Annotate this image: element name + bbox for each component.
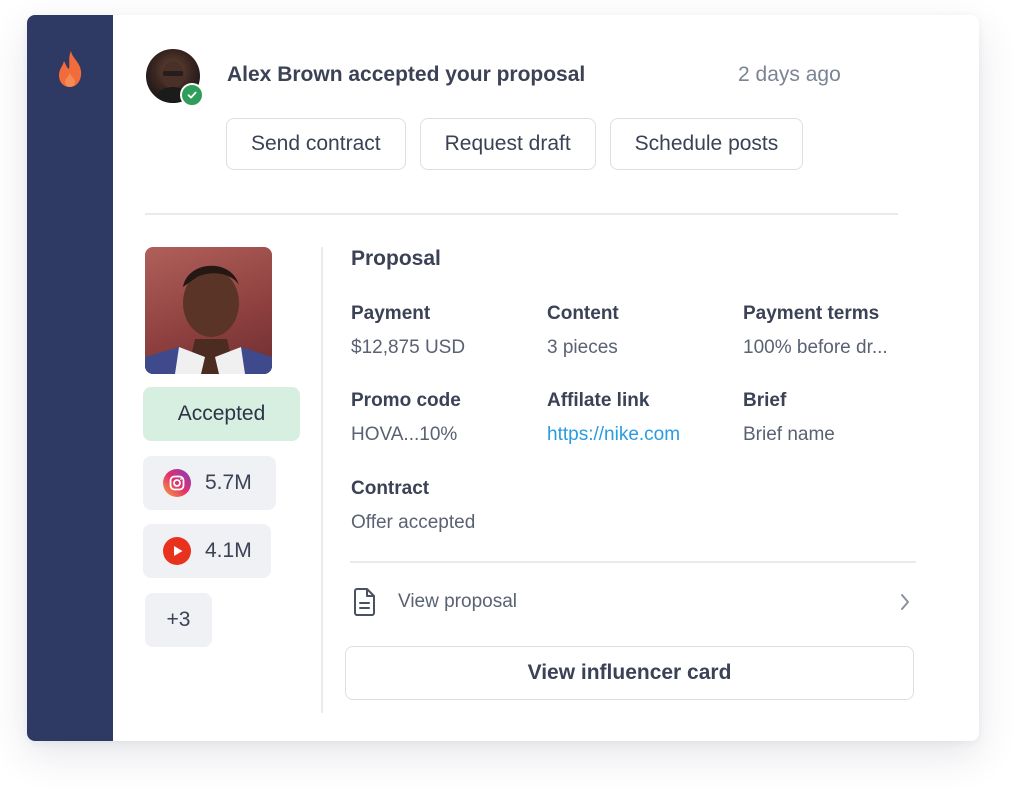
view-influencer-card-button[interactable]: View influencer card (345, 646, 914, 700)
field-value: 100% before dr... (743, 337, 888, 358)
field-value: Offer accepted (351, 512, 476, 533)
sidebar (27, 15, 113, 741)
field-label: Affilate link (547, 390, 650, 411)
notification-card: Alex Brown accepted your proposal 2 days… (27, 15, 979, 741)
field-brief: Brief Brief name (743, 390, 923, 446)
youtube-subscribers[interactable]: 4.1M (143, 524, 271, 578)
more-platforms-button[interactable]: +3 (145, 593, 212, 647)
status-badge: Accepted (143, 387, 300, 441)
view-proposal-label: View proposal (398, 591, 518, 612)
field-value: 3 pieces (547, 337, 618, 358)
divider (145, 213, 898, 215)
field-contract: Contract Offer accepted (351, 478, 531, 534)
divider (350, 561, 916, 563)
request-draft-button[interactable]: Request draft (419, 118, 596, 170)
document-icon (354, 588, 375, 616)
field-payment-terms: Payment terms 100% before dr... (743, 303, 923, 359)
field-label: Payment terms (743, 303, 880, 324)
field-value: Brief name (743, 424, 835, 445)
influencer-photo[interactable] (145, 247, 272, 374)
view-proposal-link[interactable]: View proposal (350, 577, 916, 627)
field-label: Promo code (351, 390, 461, 411)
field-value: HOVA...10% (351, 424, 458, 445)
verified-check-icon (180, 83, 204, 107)
youtube-icon (163, 537, 191, 565)
field-affiliate-link: Affilate link https://nike.com (547, 390, 727, 446)
instagram-followers[interactable]: 5.7M (143, 456, 276, 510)
field-value: $12,875 USD (351, 337, 466, 358)
field-label: Contract (351, 478, 430, 499)
field-label: Content (547, 303, 619, 324)
vertical-divider (321, 247, 323, 713)
quick-actions: Send contract Request draft Schedule pos… (226, 118, 804, 170)
send-contract-button[interactable]: Send contract (226, 118, 406, 170)
youtube-count: 4.1M (205, 539, 252, 562)
field-label: Payment (351, 303, 431, 324)
field-label: Brief (743, 390, 787, 411)
proposal-title: Proposal (351, 247, 441, 270)
instagram-count: 5.7M (205, 471, 252, 494)
field-payment: Payment $12,875 USD (351, 303, 531, 359)
chevron-right-icon (901, 594, 909, 610)
field-promo-code: Promo code HOVA...10% (351, 390, 531, 446)
schedule-posts-button[interactable]: Schedule posts (609, 118, 804, 170)
field-content: Content 3 pieces (547, 303, 727, 359)
instagram-icon (163, 469, 191, 497)
affiliate-link[interactable]: https://nike.com (547, 424, 727, 446)
flame-logo-icon[interactable] (55, 49, 87, 89)
user-avatar[interactable] (146, 49, 204, 107)
notification-timestamp: 2 days ago (738, 63, 841, 86)
notification-headline: Alex Brown accepted your proposal (227, 63, 586, 86)
